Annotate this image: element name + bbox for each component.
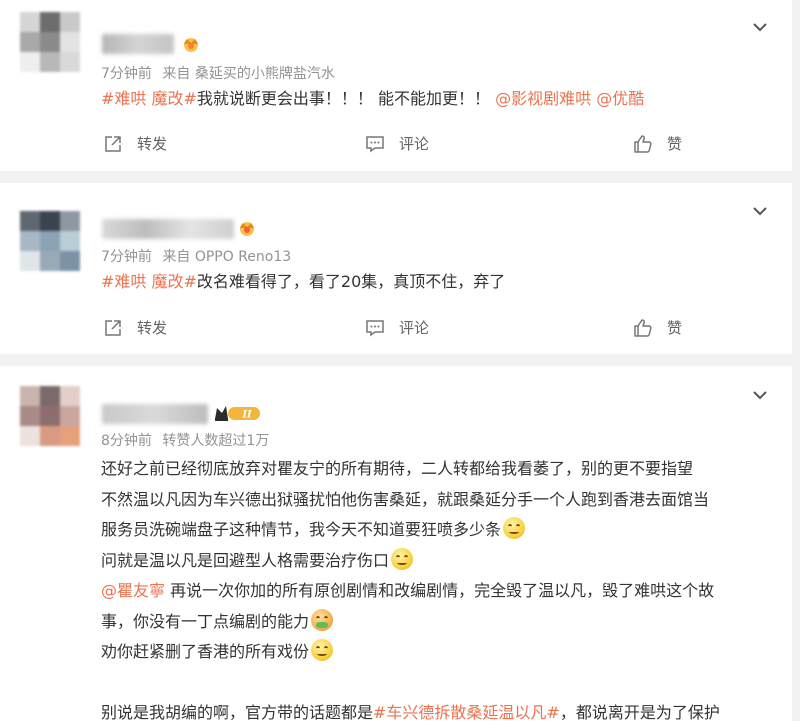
repost-button[interactable]: 转发 — [103, 317, 167, 338]
mention-link[interactable]: @瞿友寧 — [101, 581, 165, 600]
like-label: 赞 — [667, 319, 683, 337]
username-blurred[interactable] — [102, 34, 174, 54]
like-button[interactable]: 赞 — [633, 317, 682, 338]
comment-time[interactable]: 7分钟前 — [101, 66, 152, 82]
mention-link[interactable]: @影视剧难哄 — [495, 89, 591, 108]
like-button[interactable]: 赞 — [633, 133, 682, 154]
comment-source: 来自 OPPO Reno13 — [162, 249, 292, 265]
crown-badge-icon — [240, 222, 254, 236]
comment-label: 评论 — [399, 135, 430, 153]
comment-card: 7分钟前 来自 OPPO Reno13 #难哄 魔改#改名难看得了，看了20集，… — [0, 183, 792, 354]
comment-card: 7分钟前 来自 桑延买的小熊牌盐汽水 #难哄 魔改#我就说断更会出事！！！ 能不… — [0, 0, 792, 171]
comment-time[interactable]: 7分钟前 — [101, 249, 152, 265]
topic-tag[interactable]: #难哄 魔改# — [101, 89, 197, 108]
smile-emoji-icon — [503, 517, 526, 539]
comment-meta: 7分钟前 来自 OPPO Reno13 — [101, 246, 291, 266]
comment-line: 还好之前已经彻底放弃对瞿友宁的所有期待，二人转都给我看萎了，别的更不要指望 — [101, 459, 694, 478]
repost-label: 转发 — [137, 319, 168, 337]
comment-line-text: 再说一次你加的所有原创剧情和改编剧情，完全毁了温以凡，毁了难哄这个故 — [165, 581, 715, 600]
vomit-emoji-icon — [311, 608, 334, 631]
crown-badge-icon — [184, 38, 198, 52]
mention-link[interactable]: @优酷 — [596, 89, 644, 108]
comment-meta: 7分钟前 来自 桑延买的小熊牌盐汽水 — [101, 63, 335, 83]
repost-icon — [105, 135, 121, 152]
comment-line: 劝你赶紧删了香港的所有戏份 — [101, 637, 781, 668]
topic-tag[interactable]: #难哄 魔改# — [101, 272, 197, 291]
thumbs-up-icon — [634, 134, 652, 153]
smile-emoji-icon — [391, 547, 414, 570]
comment-meta: 8分钟前 转赞人数超过1万 — [101, 430, 269, 450]
crown-level-badge-icon: II — [215, 406, 260, 421]
chevron-down-icon[interactable] — [752, 22, 768, 32]
comment-line: 别说是我胡编的啊，官方带的话题都是#车兴德拆散桑延温以凡#，都说离开是为了保护 — [101, 698, 781, 721]
comment-button[interactable]: 评论 — [365, 317, 429, 338]
repost-info: 转赞人数超过1万 — [162, 433, 270, 449]
repost-button[interactable]: 转发 — [103, 133, 167, 154]
comment-content: 我就说断更会出事！！！ 能不能加更！！ — [196, 89, 490, 108]
comment-line-text: ，都说离开是为了保护 — [559, 703, 720, 721]
comment-line-text: 服务员洗碗端盘子这种情节，我今天不知道要狂喷多少条 — [101, 520, 502, 539]
comment-line: 不然温以凡因为车兴德出狱骚扰怕他伤害桑延，就跟桑延分手一个人跑到香港去面馆当 — [101, 489, 710, 509]
comment-line-text: 劝你赶紧删了香港的所有戏份 — [101, 642, 310, 661]
comment-line-text: 事，你没有一丁点编剧的能力 — [101, 611, 310, 631]
comment-icon — [366, 135, 384, 152]
chevron-down-icon[interactable] — [752, 390, 768, 400]
comment-text: #难哄 魔改#改名难看得了，看了20集，真顶不住，弃了 — [101, 272, 505, 292]
comment-line: 问就是温以凡是回避型人格需要治疗伤口 — [101, 546, 781, 577]
comment-button[interactable]: 评论 — [365, 133, 429, 154]
comment-label: 评论 — [399, 319, 430, 337]
repost-icon — [105, 319, 121, 336]
avatar[interactable] — [20, 12, 80, 72]
comment-line: 事，你没有一丁点编剧的能力 — [101, 607, 781, 638]
username-blurred[interactable] — [102, 219, 234, 239]
comment-line: @瞿友寧 再说一次你加的所有原创剧情和改编剧情，完全毁了温以凡，毁了难哄这个故 — [101, 576, 781, 607]
badge-level-text: II — [241, 410, 252, 421]
avatar[interactable] — [20, 211, 80, 271]
repost-label: 转发 — [137, 135, 168, 153]
avatar[interactable] — [20, 386, 80, 446]
comment-line: 服务员洗碗端盘子这种情节，我今天不知道要狂喷多少条 — [101, 515, 781, 546]
comment-card: II 8分钟前 转赞人数超过1万 还好之前已经彻底放弃对瞿友宁的所有期待，二人转… — [0, 366, 792, 721]
comment-icon — [366, 319, 384, 336]
like-label: 赞 — [667, 135, 683, 153]
topic-tag[interactable]: #车兴德拆散桑延温以凡# — [373, 703, 560, 721]
username-blurred[interactable] — [102, 404, 208, 424]
thumbs-up-icon — [634, 318, 652, 337]
comment-content: 改名难看得了，看了20集，真顶不住，弃了 — [196, 272, 506, 291]
comment-text: #难哄 魔改#我就说断更会出事！！！ 能不能加更！！ @影视剧难哄 @优酷 — [101, 89, 644, 109]
comment-line-text: 问就是温以凡是回避型人格需要治疗伤口 — [101, 550, 390, 570]
chevron-down-icon[interactable] — [752, 206, 768, 216]
smile-emoji-icon — [311, 639, 334, 661]
comment-body: 还好之前已经彻底放弃对瞿友宁的所有期待，二人转都给我看萎了，别的更不要指望 不然… — [101, 454, 781, 721]
comment-source: 来自 桑延买的小熊牌盐汽水 — [162, 66, 335, 82]
comment-line-text: 别说是我胡编的啊，官方带的话题都是 — [101, 703, 374, 721]
comment-time[interactable]: 8分钟前 — [101, 433, 152, 449]
